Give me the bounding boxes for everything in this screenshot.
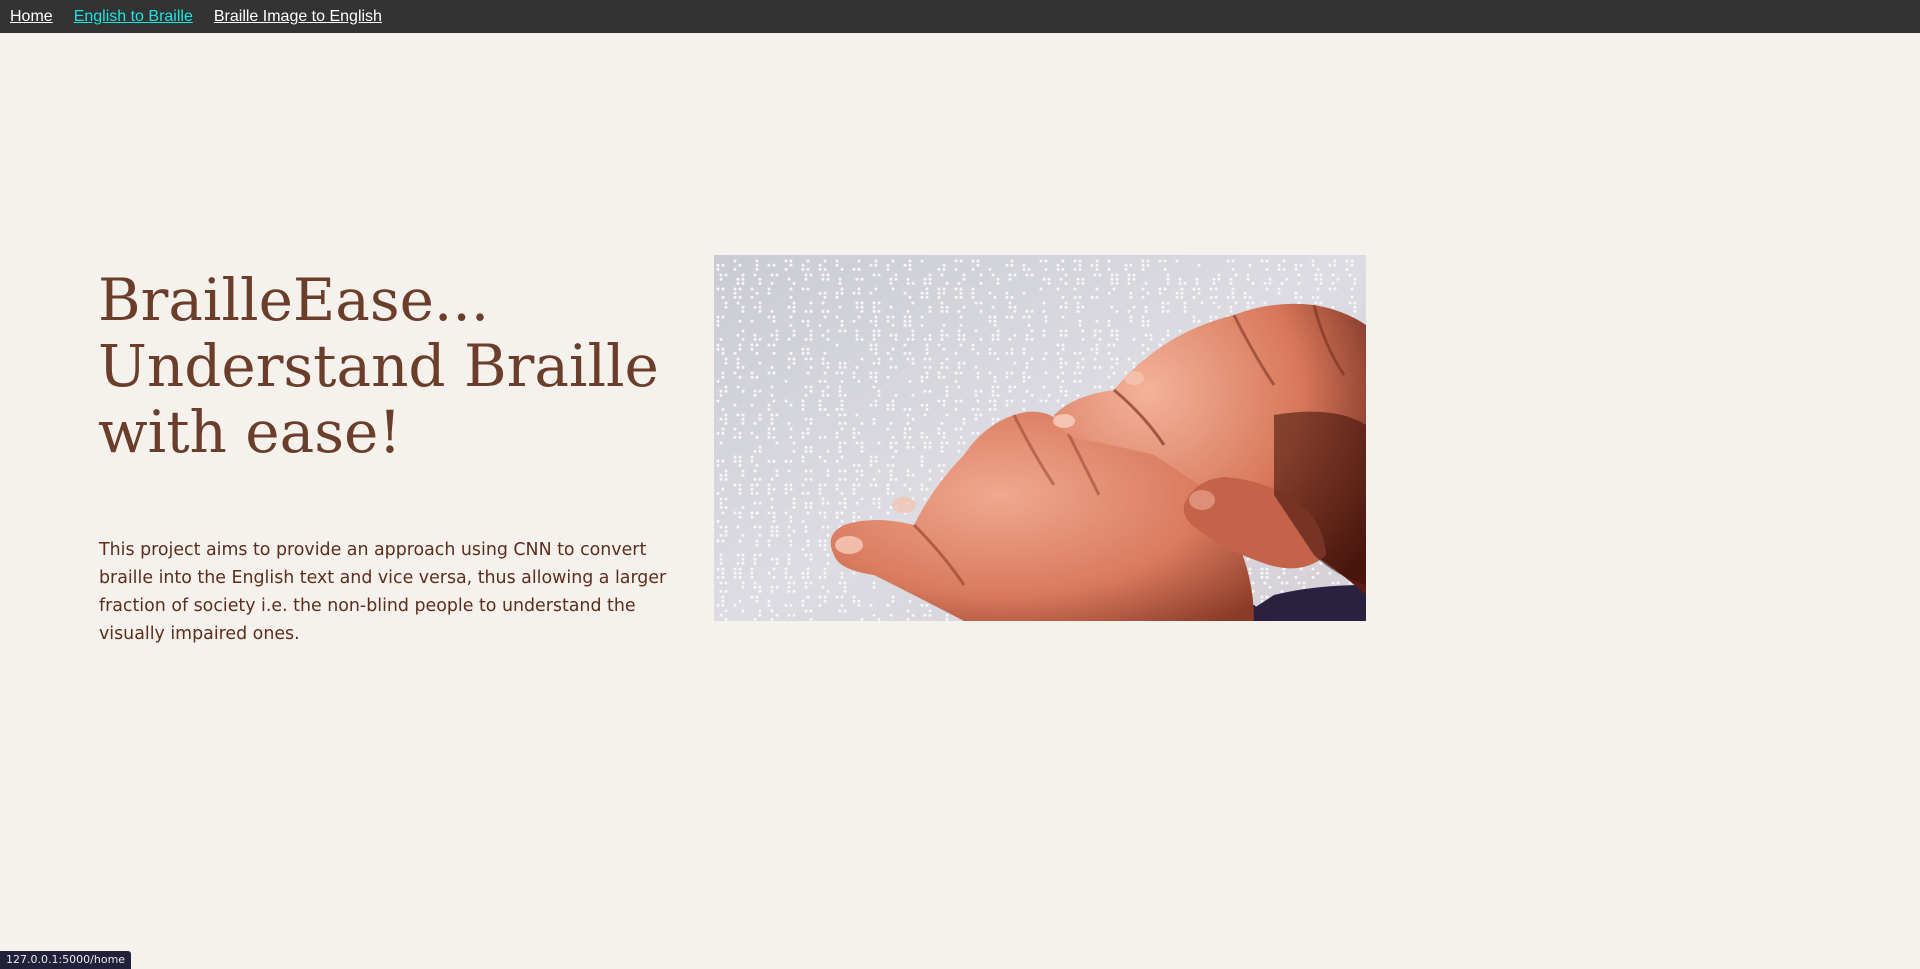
hero-title-line-1: BrailleEase...	[98, 266, 490, 334]
braille-reading-hands-image	[714, 255, 1366, 621]
status-bar-url: 127.0.0.1:5000/home	[0, 951, 132, 969]
hero-title-line-2: Understand Braille	[98, 332, 659, 400]
hero-description: This project aims to provide an approach…	[99, 540, 667, 644]
top-navigation-bar: Home English to Braille Braille Image to…	[0, 0, 1920, 33]
hero-title-line-3: with ease!	[98, 398, 402, 466]
nav-link-home[interactable]: Home	[10, 8, 53, 26]
nav-link-braille-image-to-english[interactable]: Braille Image to English	[214, 8, 382, 26]
hero-title: BrailleEase... Understand Braille with e…	[98, 267, 678, 465]
nav-link-english-to-braille[interactable]: English to Braille	[74, 8, 193, 26]
